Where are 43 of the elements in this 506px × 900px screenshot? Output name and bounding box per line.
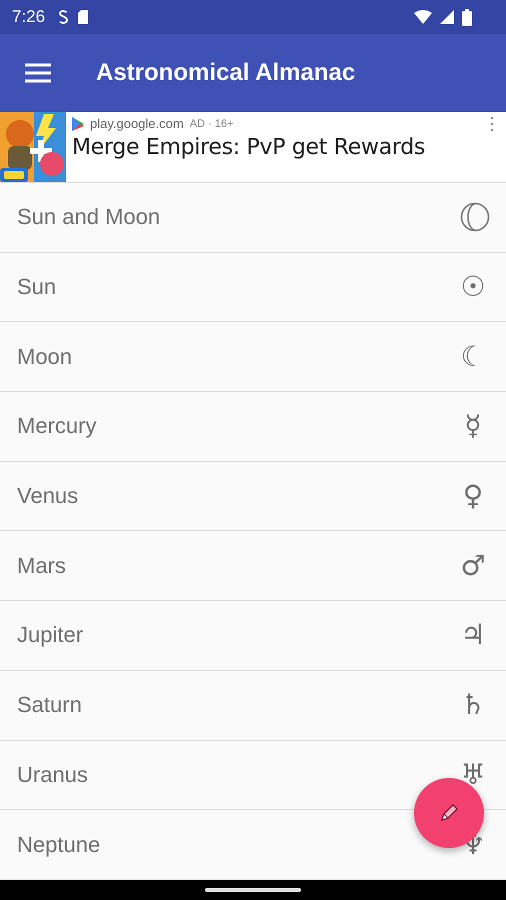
list-item[interactable]: Jupiter ♃ bbox=[0, 601, 506, 671]
item-label: Mercury bbox=[17, 413, 96, 440]
ad-source: play.google.com bbox=[90, 116, 184, 131]
item-label: Moon bbox=[17, 344, 72, 370]
planet-symbol: ♄ bbox=[459, 691, 487, 720]
clock: 7:26 bbox=[12, 7, 46, 27]
planet-symbol: ☿ bbox=[463, 412, 483, 440]
item-label: Mars bbox=[17, 552, 66, 579]
list-item[interactable]: Saturn ♄ bbox=[0, 670, 506, 740]
item-label: Saturn bbox=[17, 692, 82, 718]
item-label: Sun and Moon bbox=[17, 204, 160, 230]
wifi-icon bbox=[414, 10, 432, 24]
app-title: Astronomical Almanac bbox=[96, 59, 356, 87]
planet-symbol: ☾ bbox=[459, 342, 487, 371]
planet-symbol: ♂ bbox=[459, 552, 487, 580]
list-item[interactable]: Moon ☾ bbox=[0, 322, 506, 392]
list-item[interactable]: Venus ♀ bbox=[0, 462, 506, 532]
home-handle[interactable] bbox=[205, 888, 301, 892]
menu-icon[interactable] bbox=[25, 63, 51, 83]
list-item[interactable]: Sun ☉ bbox=[0, 252, 506, 322]
play-triangle-icon bbox=[72, 116, 84, 130]
planet-symbol: ♃ bbox=[459, 621, 487, 650]
sync-icon bbox=[57, 9, 70, 25]
list-item[interactable]: Mercury ☿ bbox=[0, 392, 506, 462]
planet-symbol: ♅ bbox=[459, 760, 487, 789]
ad-banner[interactable]: play.google.com AD · 16+ Merge Empires: PvP get Rewards bbox=[0, 112, 506, 183]
planet-symbol: ☉ bbox=[459, 273, 487, 302]
item-label: Sun bbox=[17, 274, 56, 300]
sun-moon-icon bbox=[460, 202, 490, 232]
item-label: Uranus bbox=[17, 762, 88, 788]
signal-icon bbox=[440, 10, 454, 24]
list-item[interactable]: Sun and Moon bbox=[0, 183, 506, 253]
battery-icon bbox=[462, 8, 472, 26]
item-label: Venus bbox=[17, 483, 78, 510]
list-item[interactable]: Mars ♂ bbox=[0, 531, 506, 602]
pencil-icon bbox=[438, 802, 460, 824]
sd-card-icon bbox=[77, 9, 90, 25]
more-icon[interactable] bbox=[490, 116, 494, 132]
planet-symbol: ♀ bbox=[462, 482, 484, 510]
item-label: Neptune bbox=[17, 832, 100, 858]
ad-label: AD · 16+ bbox=[190, 118, 234, 130]
item-label: Jupiter bbox=[17, 622, 84, 648]
ad-headline: Merge Empires: PvP get Rewards bbox=[72, 135, 426, 160]
